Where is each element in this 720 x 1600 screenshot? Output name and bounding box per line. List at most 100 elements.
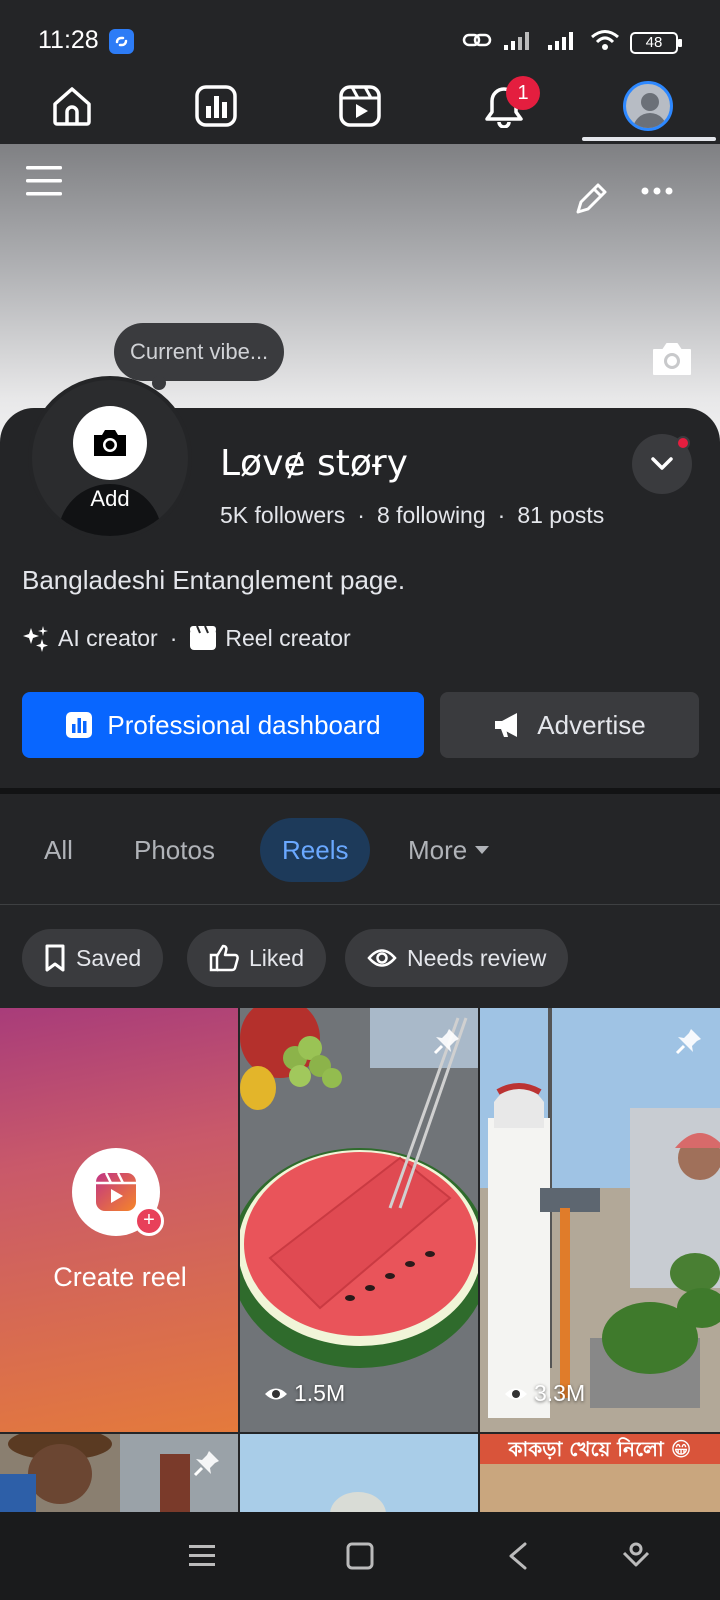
- filter-liked[interactable]: Liked: [187, 929, 326, 987]
- tab-more[interactable]: More: [386, 818, 513, 882]
- eye-icon: [367, 949, 397, 967]
- dashboard-icon: [195, 85, 237, 127]
- signal-icon-2: [546, 29, 580, 56]
- reel-tile-watermelon[interactable]: 1.5M: [240, 1008, 478, 1432]
- notification-badge: 1: [506, 76, 540, 110]
- view-count-value: 1.5M: [294, 1380, 346, 1406]
- more-options-button[interactable]: [640, 184, 674, 202]
- stats-separator: ·: [357, 502, 365, 528]
- profile-stats: 5K followers · 8 following · 81 posts: [220, 502, 604, 529]
- signal-icon: [502, 29, 536, 56]
- nav-home[interactable]: [40, 74, 104, 138]
- assistant-button[interactable]: [614, 1534, 658, 1578]
- profile-picture[interactable]: Add: [28, 376, 192, 540]
- home-icon: [53, 87, 91, 126]
- back-icon: [509, 1542, 527, 1570]
- hamburger-menu-icon: [26, 166, 62, 196]
- menu-button[interactable]: [24, 162, 64, 202]
- view-count: 3.3M: [504, 1380, 585, 1407]
- filter-needs-review-label: Needs review: [407, 944, 547, 971]
- tab-all-label: All: [44, 834, 73, 865]
- view-count: 1.5M: [264, 1380, 345, 1407]
- reel-tile-blue[interactable]: [240, 1434, 478, 1512]
- current-vibe-bubble[interactable]: Current vibe...: [114, 323, 285, 381]
- ai-sparkle-icon: [23, 626, 48, 652]
- home-button[interactable]: [338, 1534, 382, 1578]
- view-count-value: 3.3M: [534, 1380, 586, 1406]
- nav-reels[interactable]: [328, 74, 392, 138]
- edit-button[interactable]: [572, 180, 610, 223]
- reel-thumbnail-blue: [240, 1434, 478, 1512]
- chevron-down-icon: [651, 457, 673, 470]
- tab-more-label: More: [408, 834, 468, 865]
- reel-tile-market[interactable]: 3.3M: [480, 1008, 720, 1432]
- page-bio: Bangladeshi Entanglement page.: [22, 565, 406, 595]
- add-photo-label: Add: [90, 486, 130, 511]
- battery-indicator: 48: [630, 31, 682, 54]
- reel-thumbnail-market: [480, 1008, 720, 1432]
- badge-separator: ·: [169, 624, 178, 651]
- notification-dot: [676, 436, 690, 450]
- reel-tile-caption[interactable]: কাকড়া খেয়ে নিলো 😁: [480, 1434, 720, 1512]
- advertise-button[interactable]: Advertise: [440, 692, 699, 758]
- reel-caption: কাকড়া খেয়ে নিলো 😁: [508, 1437, 692, 1461]
- vibe-bubble-tail: [152, 376, 166, 390]
- camera-icon: [653, 343, 691, 375]
- followers-count[interactable]: 5K followers: [220, 502, 345, 529]
- assistant-icon: [622, 1542, 650, 1567]
- status-time: 11:28: [38, 26, 99, 54]
- posts-count[interactable]: 81 posts: [517, 502, 604, 529]
- reels-grid: + Create reel 1.5M 3.3M কাকড়া খেয়ে নিল…: [0, 1008, 720, 1512]
- camera-icon: [94, 430, 126, 456]
- tab-photos-label: Photos: [134, 834, 215, 865]
- back-button[interactable]: [496, 1534, 540, 1578]
- reel-tile-man-hat[interactable]: [0, 1434, 238, 1512]
- link-icon: [462, 28, 492, 57]
- create-reel-icon: +: [72, 1148, 164, 1236]
- clapperboard-icon: [190, 625, 217, 650]
- bookmark-icon: [45, 944, 65, 972]
- plus-icon: +: [134, 1206, 164, 1236]
- pencil-icon: [576, 183, 607, 214]
- creator-badges: AI creator · Reel creator: [22, 624, 351, 652]
- active-tab-indicator: [582, 137, 716, 141]
- recent-apps-button[interactable]: [180, 1534, 224, 1578]
- cover-camera-button[interactable]: [650, 340, 694, 383]
- eye-icon: [265, 1388, 287, 1399]
- reels-icon: [339, 85, 381, 127]
- link-app-icon: [109, 29, 134, 54]
- add-photo-button[interactable]: [73, 406, 147, 480]
- dashboard-icon: [66, 712, 93, 738]
- eye-icon: [505, 1388, 527, 1399]
- more-horizontal-icon: [641, 187, 673, 195]
- nav-notifications[interactable]: 1: [472, 74, 540, 138]
- square-icon: [346, 1542, 374, 1570]
- tab-reels[interactable]: Reels: [260, 818, 371, 882]
- reel-thumbnail-watermelon: [240, 1008, 478, 1432]
- tab-all[interactable]: All: [22, 818, 95, 882]
- wifi-icon: [590, 28, 620, 57]
- ai-creator-label: AI creator: [58, 624, 158, 651]
- pin-icon: [432, 1026, 462, 1061]
- tab-photos[interactable]: Photos: [112, 818, 237, 882]
- thumbs-up-icon: [209, 944, 239, 972]
- profile-dropdown-button[interactable]: [632, 434, 692, 494]
- tab-reels-label: Reels: [282, 834, 349, 865]
- create-reel-label: Create reel: [53, 1262, 187, 1292]
- menu-icon: [189, 1545, 215, 1566]
- page-name: Løvɇ støɍy: [220, 443, 408, 484]
- caret-down-icon: [475, 846, 490, 854]
- reel-creator-label: Reel creator: [225, 624, 351, 651]
- profile-avatar-icon: [623, 81, 673, 131]
- top-navigation: 1: [0, 70, 720, 144]
- filter-liked-label: Liked: [249, 944, 304, 971]
- filter-needs-review[interactable]: Needs review: [345, 929, 569, 987]
- filter-saved[interactable]: Saved: [22, 929, 164, 987]
- professional-dashboard-button[interactable]: Professional dashboard: [22, 692, 424, 758]
- following-count[interactable]: 8 following: [377, 502, 486, 529]
- nav-dashboard[interactable]: [184, 74, 248, 138]
- create-reel-tile[interactable]: + Create reel: [0, 1008, 238, 1432]
- pin-icon: [674, 1026, 704, 1061]
- nav-profile[interactable]: [616, 74, 680, 138]
- system-navigation-bar: [0, 1512, 720, 1600]
